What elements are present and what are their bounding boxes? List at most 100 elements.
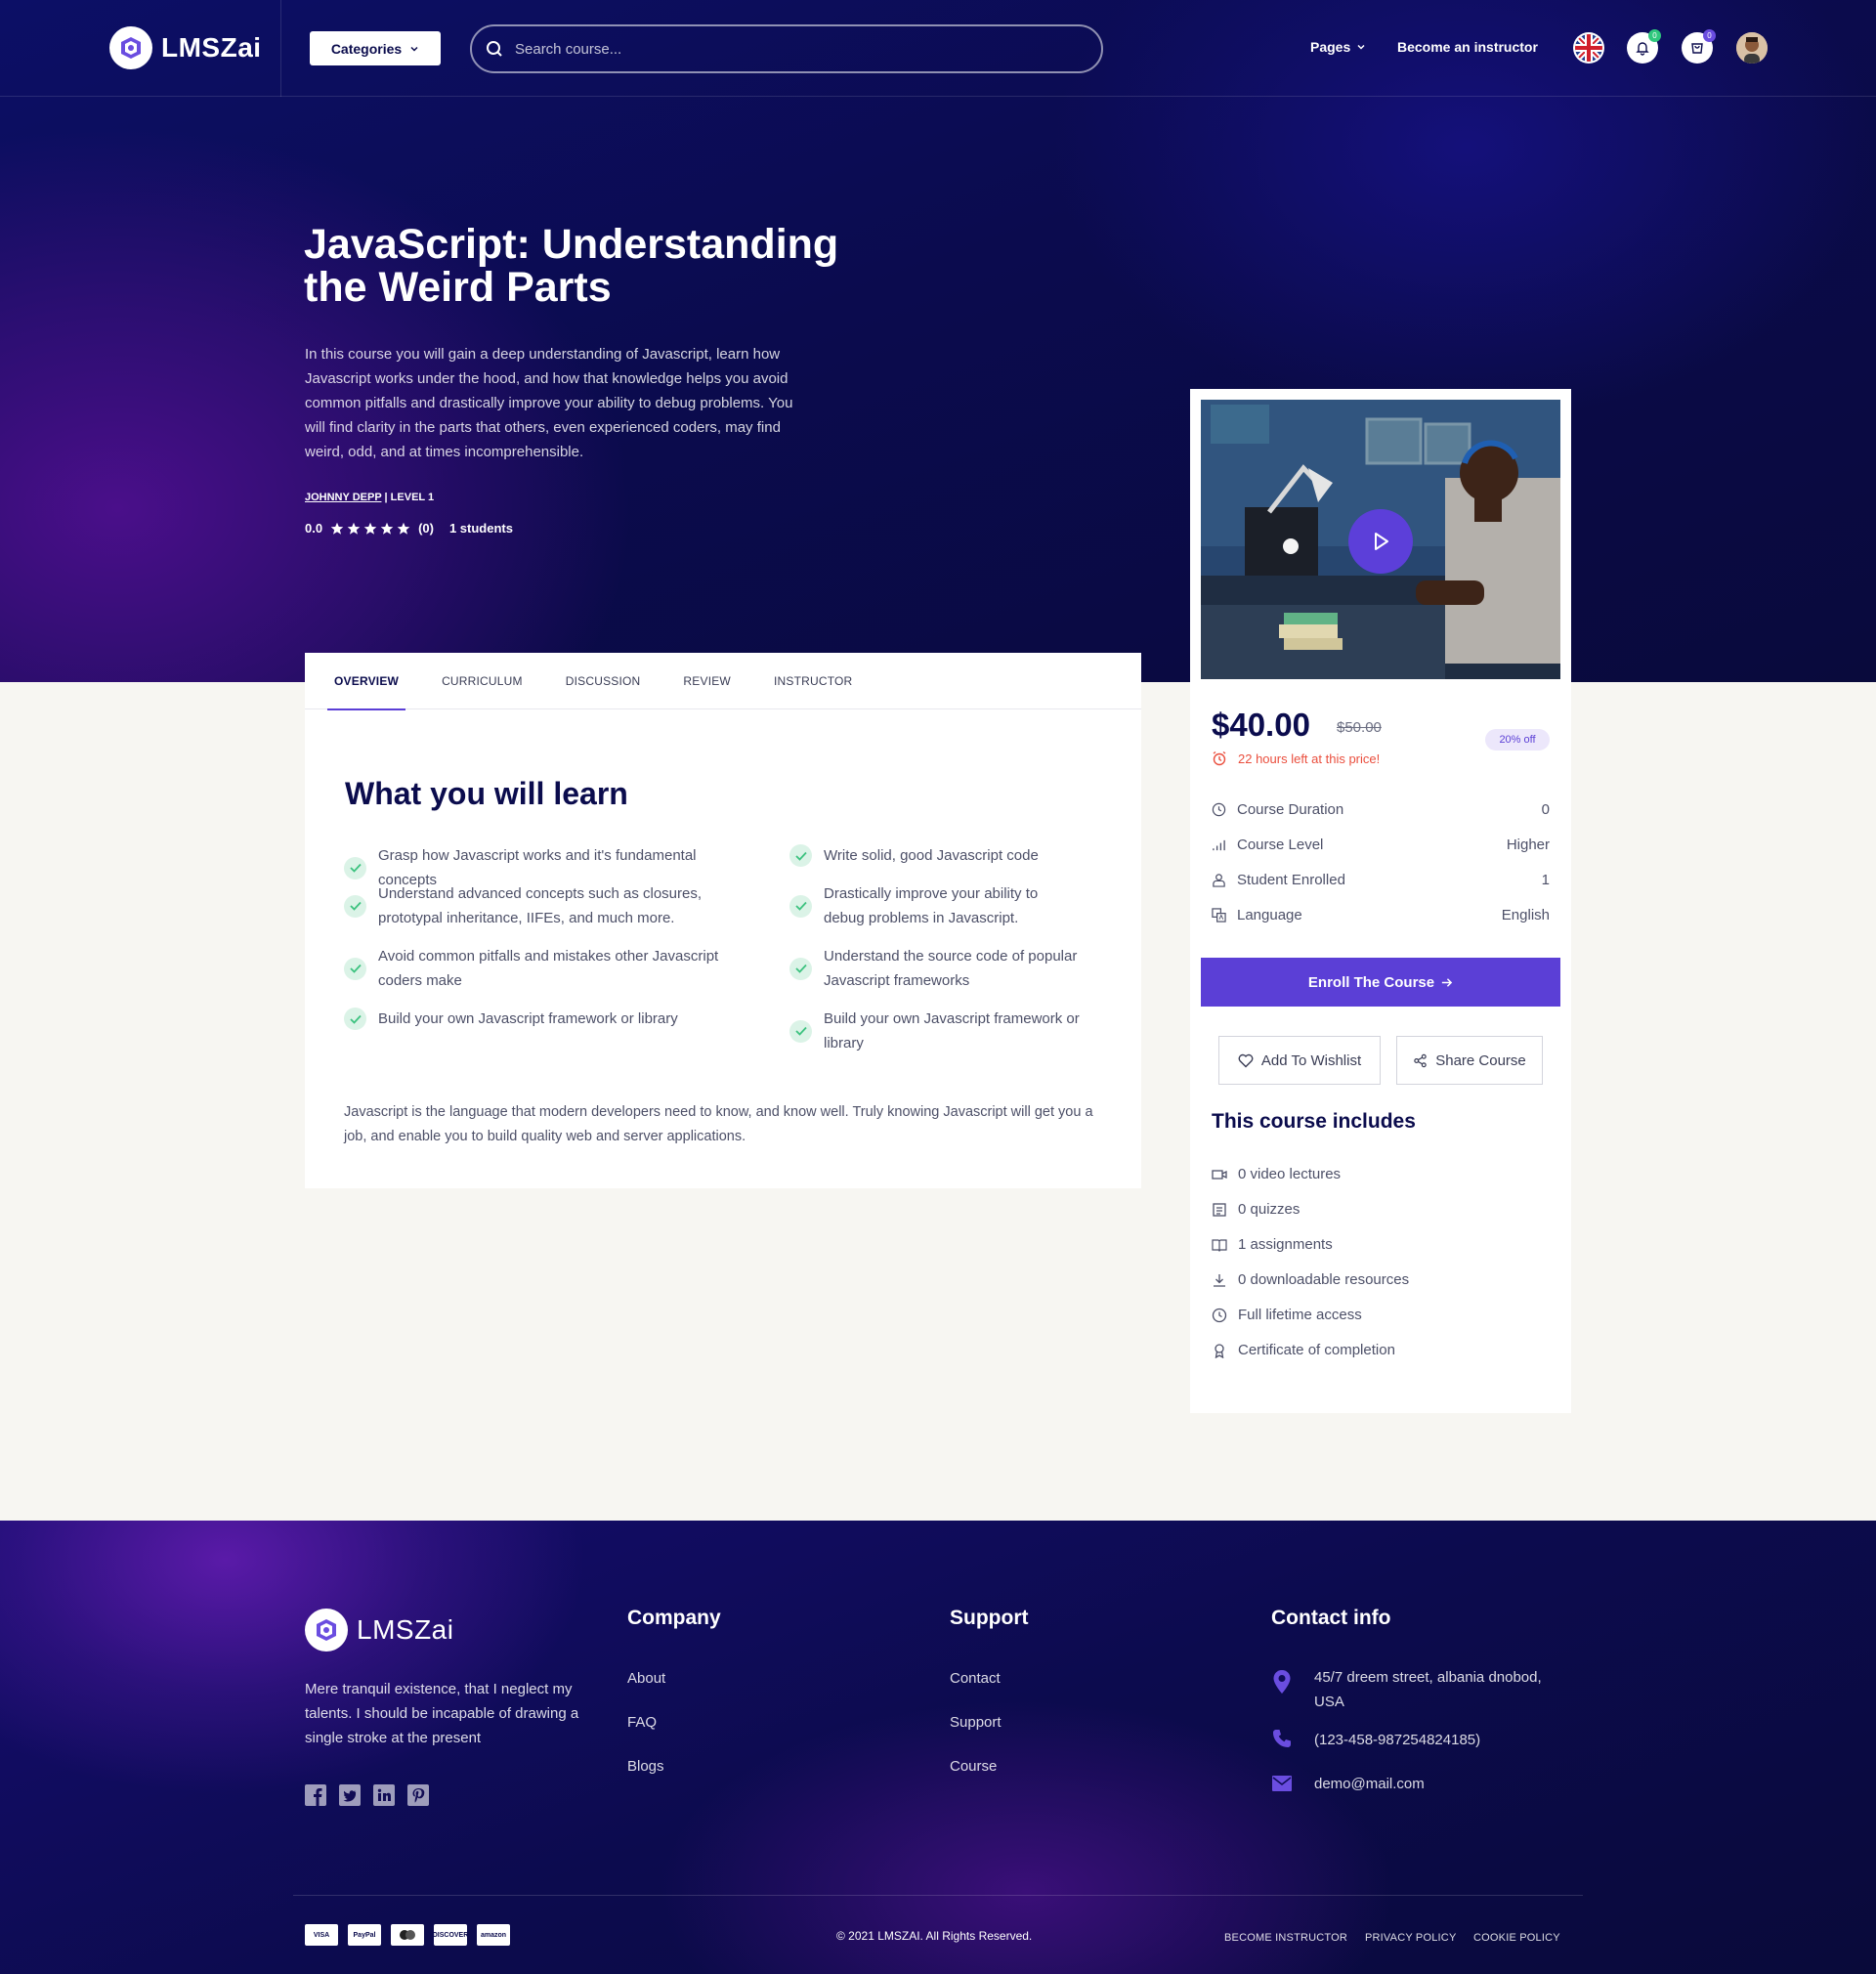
top-navbar: LMSZai Categories Pages Become an instru… [0, 0, 1876, 97]
spec-label: Student Enrolled [1237, 872, 1345, 888]
footer-logo[interactable]: LMSZai [305, 1609, 453, 1652]
learn-item-text: Understand the source code of popular Ja… [824, 948, 1078, 989]
alarm-clock-icon [1213, 751, 1226, 766]
heart-icon [1238, 1053, 1254, 1067]
pages-label: Pages [1310, 39, 1351, 55]
tab-discussion[interactable]: DISCUSSION [559, 653, 648, 709]
categories-button[interactable]: Categories [310, 31, 441, 65]
tab-review[interactable]: REVIEW [676, 653, 738, 709]
language-flag-icon[interactable] [1573, 32, 1604, 64]
categories-label: Categories [330, 40, 403, 57]
social-links [305, 1784, 429, 1806]
include-item: 0 downloadable resources [1212, 1271, 1409, 1288]
review-count: (0) [418, 521, 434, 536]
check-icon [789, 1019, 812, 1043]
check-icon [789, 957, 812, 980]
spec-value: 1 [1541, 872, 1550, 888]
learn-item-text: Avoid common pitfalls and mistakes other… [378, 948, 719, 989]
become-instructor-link[interactable]: Become an instructor [1397, 39, 1538, 55]
contact-title: Contact info [1271, 1607, 1391, 1629]
learn-item-text: Understand advanced concepts such as clo… [378, 885, 703, 926]
paypal-icon: PayPal [348, 1924, 381, 1946]
footer-link-about[interactable]: About [627, 1670, 665, 1687]
star-icon [397, 522, 410, 535]
learn-item-text: Build your own Javascript framework or l… [824, 1010, 1080, 1051]
old-price: $50.00 [1337, 719, 1382, 736]
user-avatar[interactable] [1736, 32, 1768, 64]
level-bars-icon [1213, 839, 1225, 851]
site-footer: LMSZai Mere tranquil existence, that I n… [0, 1521, 1876, 1974]
star-icon [330, 522, 344, 535]
pinterest-icon[interactable] [407, 1784, 429, 1806]
chevron-down-icon [1357, 44, 1365, 50]
contact-phone-text: (123-458-987254824185) [1314, 1732, 1481, 1748]
footer-link-blogs[interactable]: Blogs [627, 1758, 664, 1775]
star-icon [380, 522, 394, 535]
current-price: $40.00 [1212, 707, 1310, 743]
learn-item: Understand the source code of popular Ja… [789, 944, 1083, 993]
contact-address-text: 45/7 dreem street, albania dnobod, USA [1314, 1669, 1542, 1710]
learn-item: Write solid, good Javascript code [789, 843, 1083, 868]
amazon-icon: amazon [477, 1924, 510, 1946]
learn-item: Build your own Javascript framework or l… [789, 1007, 1083, 1055]
notification-button[interactable]: 0 [1627, 29, 1661, 64]
learn-item: Avoid common pitfalls and mistakes other… [344, 944, 754, 993]
cart-badge: 0 [1703, 29, 1716, 42]
spec-label: Language [1237, 907, 1302, 923]
course-preview-video[interactable] [1201, 400, 1560, 679]
check-icon [344, 957, 366, 980]
include-item: Full lifetime access [1212, 1307, 1362, 1323]
enroll-button[interactable]: Enroll The Course [1201, 958, 1560, 1007]
tab-curriculum[interactable]: CURRICULUM [435, 653, 530, 709]
includes-title: This course includes [1212, 1110, 1416, 1133]
course-tabs: OVERVIEW CURRICULUM DISCUSSION REVIEW IN… [305, 653, 1141, 710]
learn-item: Drastically improve your ability to debu… [789, 881, 1083, 930]
book-icon [1212, 1238, 1227, 1252]
linkedin-icon[interactable] [373, 1784, 395, 1806]
author-link[interactable]: JOHNNY DEPP [305, 492, 381, 503]
add-to-wishlist-button[interactable]: Add To Wishlist [1218, 1036, 1381, 1085]
language-icon [1212, 908, 1226, 923]
check-icon [344, 856, 366, 880]
share-course-button[interactable]: Share Course [1396, 1036, 1543, 1085]
mastercard-icon [391, 1924, 424, 1946]
contact-email: demo@mail.com [1271, 1772, 1425, 1796]
contact-address: 45/7 dreem street, albania dnobod, USA [1271, 1665, 1558, 1714]
search-input[interactable] [515, 40, 1062, 58]
learn-title: What you will learn [345, 776, 628, 811]
include-item: 0 video lectures [1212, 1166, 1341, 1182]
footer-cookie-policy[interactable]: COOKIE POLICY [1473, 1932, 1560, 1944]
bell-icon [1636, 42, 1649, 56]
course-content-panel: OVERVIEW CURRICULUM DISCUSSION REVIEW IN… [305, 653, 1141, 1188]
play-button[interactable] [1348, 509, 1413, 574]
check-icon [789, 844, 812, 867]
logo-icon [305, 1609, 348, 1652]
spec-label: Course Duration [1237, 801, 1344, 818]
tab-instructor[interactable]: INSTRUCTOR [767, 653, 859, 709]
footer-link-support[interactable]: Support [950, 1714, 1002, 1731]
twitter-icon[interactable] [339, 1784, 361, 1806]
footer-divider [293, 1895, 1583, 1896]
include-item: Certificate of completion [1212, 1342, 1395, 1358]
clock-icon [1212, 802, 1226, 817]
footer-link-faq[interactable]: FAQ [627, 1714, 657, 1731]
footer-link-course[interactable]: Course [950, 1758, 997, 1775]
chevron-down-icon [410, 46, 418, 52]
footer-privacy-policy[interactable]: PRIVACY POLICY [1365, 1932, 1456, 1944]
learn-item: Build your own Javascript framework or l… [344, 1007, 754, 1031]
facebook-icon[interactable] [305, 1784, 326, 1806]
discover-icon: DISCOVER [433, 1924, 468, 1946]
brand-logo[interactable]: LMSZai [109, 26, 262, 69]
cart-button[interactable]: 0 [1682, 29, 1716, 64]
include-text: Full lifetime access [1238, 1307, 1362, 1323]
tab-overview[interactable]: OVERVIEW [327, 653, 406, 710]
company-title: Company [627, 1607, 721, 1629]
pages-menu[interactable]: Pages [1310, 39, 1366, 55]
logo-icon [109, 26, 152, 69]
time-left: 22 hours left at this price! [1212, 751, 1380, 766]
footer-become-instructor[interactable]: BECOME INSTRUCTOR [1224, 1932, 1347, 1944]
copyright: © 2021 LMSZAI. All Rights Reserved. [836, 1929, 1033, 1943]
contact-phone: (123-458-987254824185) [1271, 1728, 1480, 1752]
footer-link-contact[interactable]: Contact [950, 1670, 1001, 1687]
download-icon [1214, 1273, 1225, 1287]
